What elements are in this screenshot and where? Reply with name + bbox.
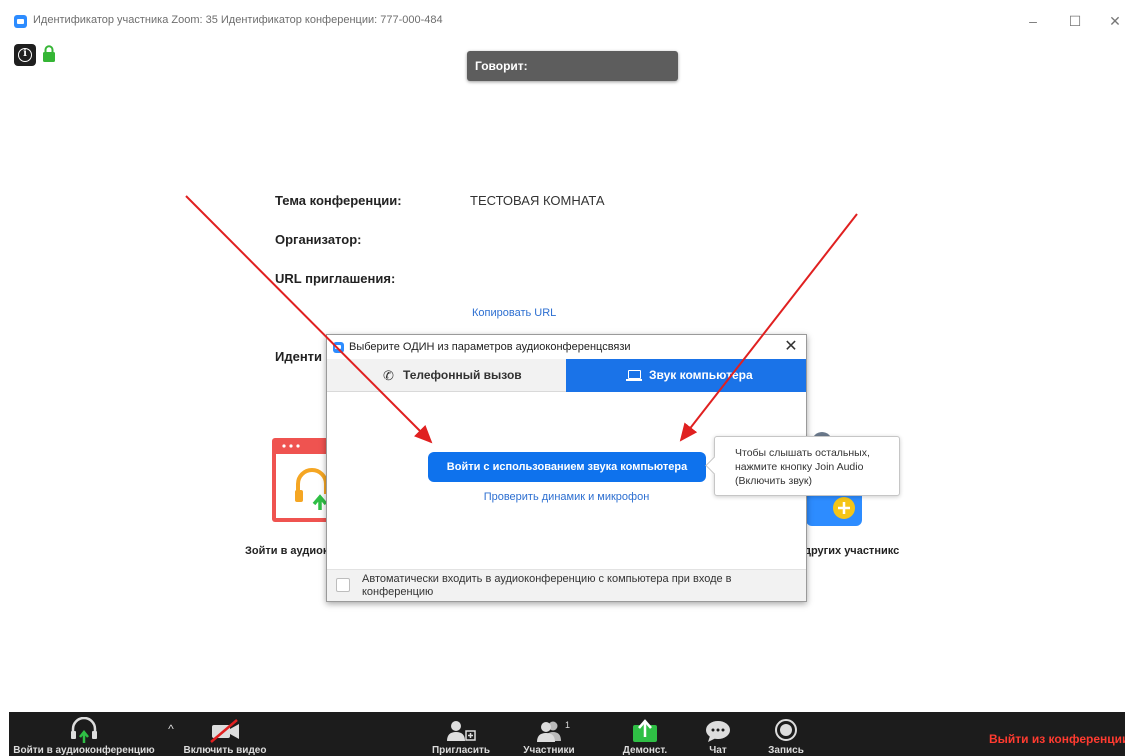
zoom-logo-icon: [14, 15, 27, 28]
dialog-header: Выберите ОДИН из параметров аудиоконфере…: [327, 335, 806, 359]
headphones-icon: [71, 717, 97, 743]
dialog-title: Выберите ОДИН из параметров аудиоконфере…: [349, 341, 631, 353]
dialog-close-button[interactable]: ✕: [779, 336, 803, 358]
join-audio-button[interactable]: Войти в аудиоконференцию: [9, 712, 159, 756]
speaking-indicator: Говорит:: [467, 51, 678, 81]
invite-url-label: URL приглашения:: [275, 271, 396, 286]
leave-meeting-button[interactable]: Выйти из конференции: [989, 732, 1125, 746]
invite-button[interactable]: Пригласить: [421, 712, 501, 756]
tab-phone-call[interactable]: ✆ Телефонный вызов: [327, 359, 566, 392]
lock-icon[interactable]: [42, 45, 56, 63]
zoom-logo-icon: [333, 342, 344, 353]
participants-label: Участники: [523, 745, 575, 756]
title-bar: Идентификатор участника Zoom: 35 Идентиф…: [0, 0, 1125, 40]
share-screen-label: Демонст.: [622, 745, 668, 756]
meeting-id-label: Иденти: [275, 349, 323, 364]
phone-icon: ✆: [383, 368, 394, 383]
laptop-icon: [626, 370, 642, 381]
record-button[interactable]: Запись: [756, 712, 816, 756]
join-computer-audio-button[interactable]: Войти с использованием звука компьютера: [428, 452, 706, 482]
auto-join-checkbox[interactable]: [336, 578, 350, 592]
tab-phone-call-label: Телефонный вызов: [403, 368, 522, 382]
invite-icon: [447, 721, 476, 741]
join-audio-tile[interactable]: [272, 438, 330, 522]
meeting-toolbar: Войти в аудиоконференцию ^ Включить виде…: [9, 712, 1125, 756]
maximize-button[interactable]: ☐: [1060, 10, 1090, 32]
participants-icon: 1: [537, 720, 570, 742]
minimize-button[interactable]: –: [1018, 10, 1048, 32]
copy-url-link[interactable]: Копировать URL: [472, 307, 556, 319]
tab-computer-audio[interactable]: Звук компьютера: [566, 359, 806, 392]
invite-tile-label: других участникс: [804, 545, 900, 557]
join-audio-tooltip: Чтобы слышать остальных, нажмите кнопку …: [714, 436, 900, 496]
dialog-footer: Автоматически входить в аудиоконференцию…: [327, 569, 806, 601]
join-audio-label: Войти в аудиоконференцию: [13, 745, 155, 756]
headphones-icon: [295, 468, 328, 510]
chat-icon: [706, 721, 730, 742]
topic-label: Тема конференции:: [275, 193, 402, 208]
topic-value: ТЕСТОВАЯ КОМНАТА: [470, 193, 605, 208]
share-screen-icon: [633, 719, 657, 742]
window-dots-icon: [282, 444, 300, 448]
audio-options-caret-icon[interactable]: ^: [164, 722, 178, 736]
tab-computer-audio-label: Звук компьютера: [649, 368, 753, 382]
start-video-label: Включить видео: [183, 745, 267, 756]
close-window-button[interactable]: ✕: [1100, 10, 1125, 32]
host-label: Организатор:: [275, 232, 362, 247]
invite-label: Пригласить: [431, 745, 491, 756]
meeting-info-icon[interactable]: [14, 44, 36, 66]
speaking-label: Говорит:: [475, 59, 528, 73]
video-off-icon: [210, 719, 239, 743]
participants-button[interactable]: 1 Участники: [509, 712, 589, 756]
auto-join-label: Автоматически входить в аудиоконференцию…: [362, 573, 732, 598]
window-title: Идентификатор участника Zoom: 35 Идентиф…: [33, 14, 443, 26]
chat-button[interactable]: Чат: [688, 712, 748, 756]
join-audio-tile-label: Зойти в аудиок: [245, 545, 329, 557]
participants-badge: 1: [565, 720, 570, 730]
share-screen-button[interactable]: Демонст.: [605, 712, 685, 756]
start-video-button[interactable]: Включить видео: [179, 712, 271, 756]
chat-label: Чат: [709, 745, 727, 756]
record-label: Запись: [768, 745, 804, 756]
record-icon: [775, 719, 797, 741]
audio-tabs: ✆ Телефонный вызов Звук компьютера: [327, 359, 806, 392]
tooltip-text: Чтобы слышать остальных, нажмите кнопку …: [735, 447, 870, 487]
